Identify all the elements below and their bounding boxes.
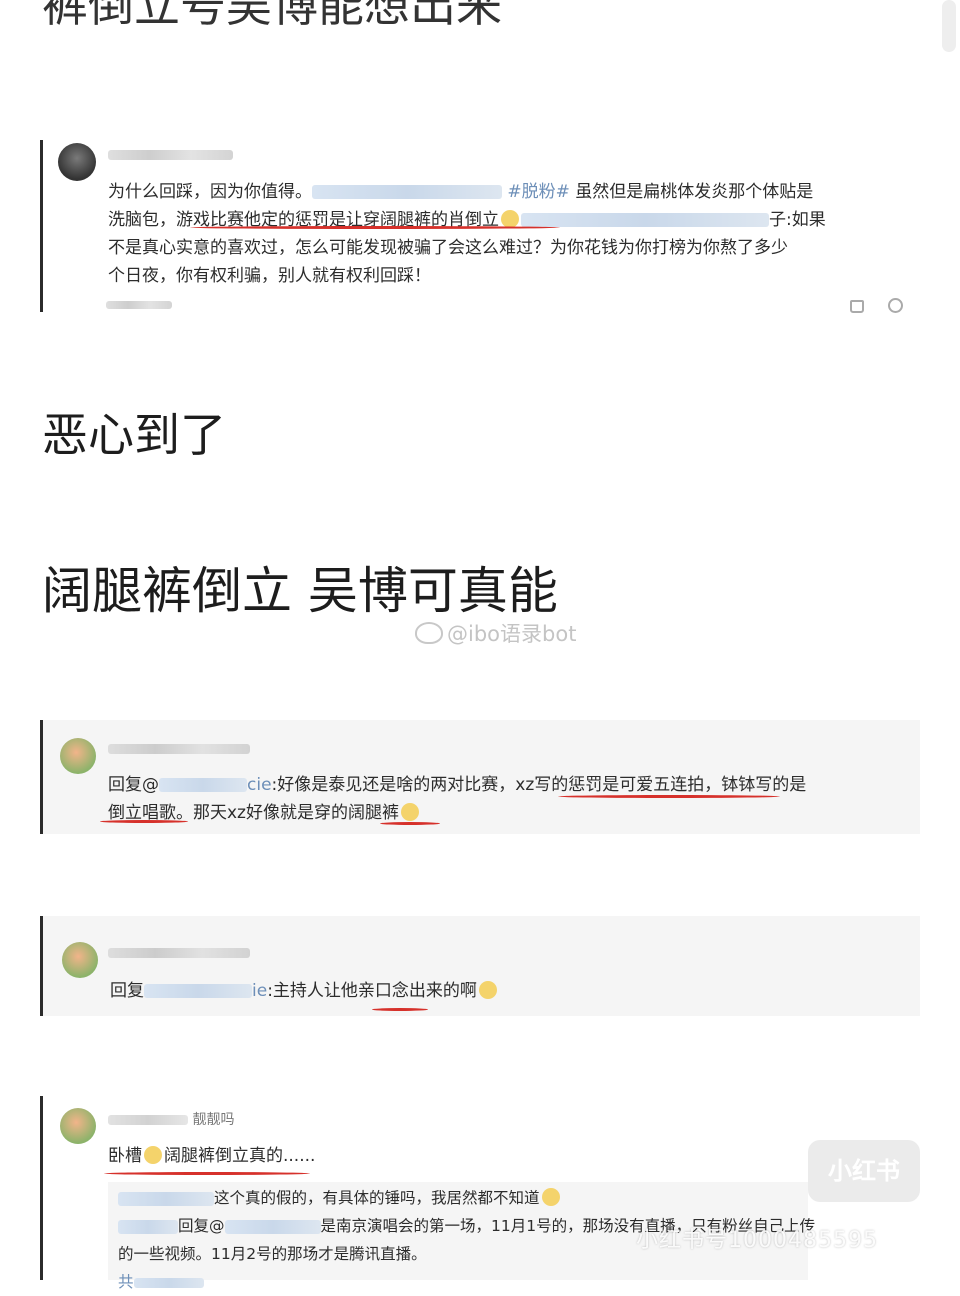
xiaohongshu-id-watermark: 小红书号1000485595 bbox=[636, 1228, 878, 1253]
red-underline bbox=[100, 820, 188, 823]
avatar bbox=[62, 942, 98, 978]
heading-top: 裤倒立号吴博能想出来 bbox=[42, 0, 502, 32]
hashtag-link[interactable]: #脱粉# bbox=[507, 182, 570, 202]
username-blurred bbox=[108, 948, 250, 958]
emoji-icon bbox=[541, 1188, 560, 1206]
red-underline bbox=[104, 1172, 310, 1175]
scrollbar[interactable] bbox=[942, 0, 956, 52]
heading-middle: 恶心到了 bbox=[42, 408, 226, 462]
more-replies-link[interactable]: 共 bbox=[118, 1273, 134, 1291]
reply-icon[interactable] bbox=[888, 298, 903, 313]
comment-3-body: 回复 ie:主持人让他亲口念出来的啊 bbox=[110, 977, 910, 1005]
avatar bbox=[60, 1108, 96, 1144]
emoji-icon bbox=[400, 803, 419, 821]
username-blurred bbox=[108, 150, 233, 160]
xiaohongshu-stamp: 小红书 bbox=[808, 1140, 920, 1202]
like-icon[interactable] bbox=[850, 300, 864, 313]
emoji-icon bbox=[144, 1146, 162, 1164]
avatar bbox=[58, 143, 96, 181]
red-underline bbox=[372, 1008, 428, 1011]
comment-2-body: 回复@ cie:好像是泰见还是啥的两对比赛，xz写的惩罚是可爱五连拍，钵钵写的是 … bbox=[108, 775, 807, 823]
quote-bar bbox=[40, 140, 43, 312]
quote-bar bbox=[40, 1096, 43, 1280]
comment-4-body: 卧槽 阔腿裤倒立真的...... bbox=[108, 1146, 316, 1166]
red-underline bbox=[558, 795, 780, 798]
weibo-watermark: @ibo语录bot bbox=[415, 618, 576, 648]
quote-bar bbox=[40, 916, 43, 1016]
timestamp-blurred bbox=[106, 301, 172, 309]
avatar bbox=[60, 738, 96, 774]
emoji-icon bbox=[478, 981, 497, 999]
comment-4-username: 靓靓吗 bbox=[108, 1110, 234, 1130]
quote-bar bbox=[40, 720, 43, 834]
comment-1-body: 为什么回踩，因为你值得。 #脱粉# 虽然但是扁桃体发炎那个体贴是 洗脑包，游戏比… bbox=[108, 182, 826, 286]
heading-bottom: 阔腿裤倒立 吴博可真能 bbox=[42, 562, 558, 620]
username-blurred bbox=[108, 744, 250, 754]
red-underline bbox=[380, 822, 440, 825]
emoji-icon bbox=[501, 210, 519, 228]
weibo-logo-icon bbox=[415, 622, 443, 644]
red-underline bbox=[190, 226, 560, 229]
